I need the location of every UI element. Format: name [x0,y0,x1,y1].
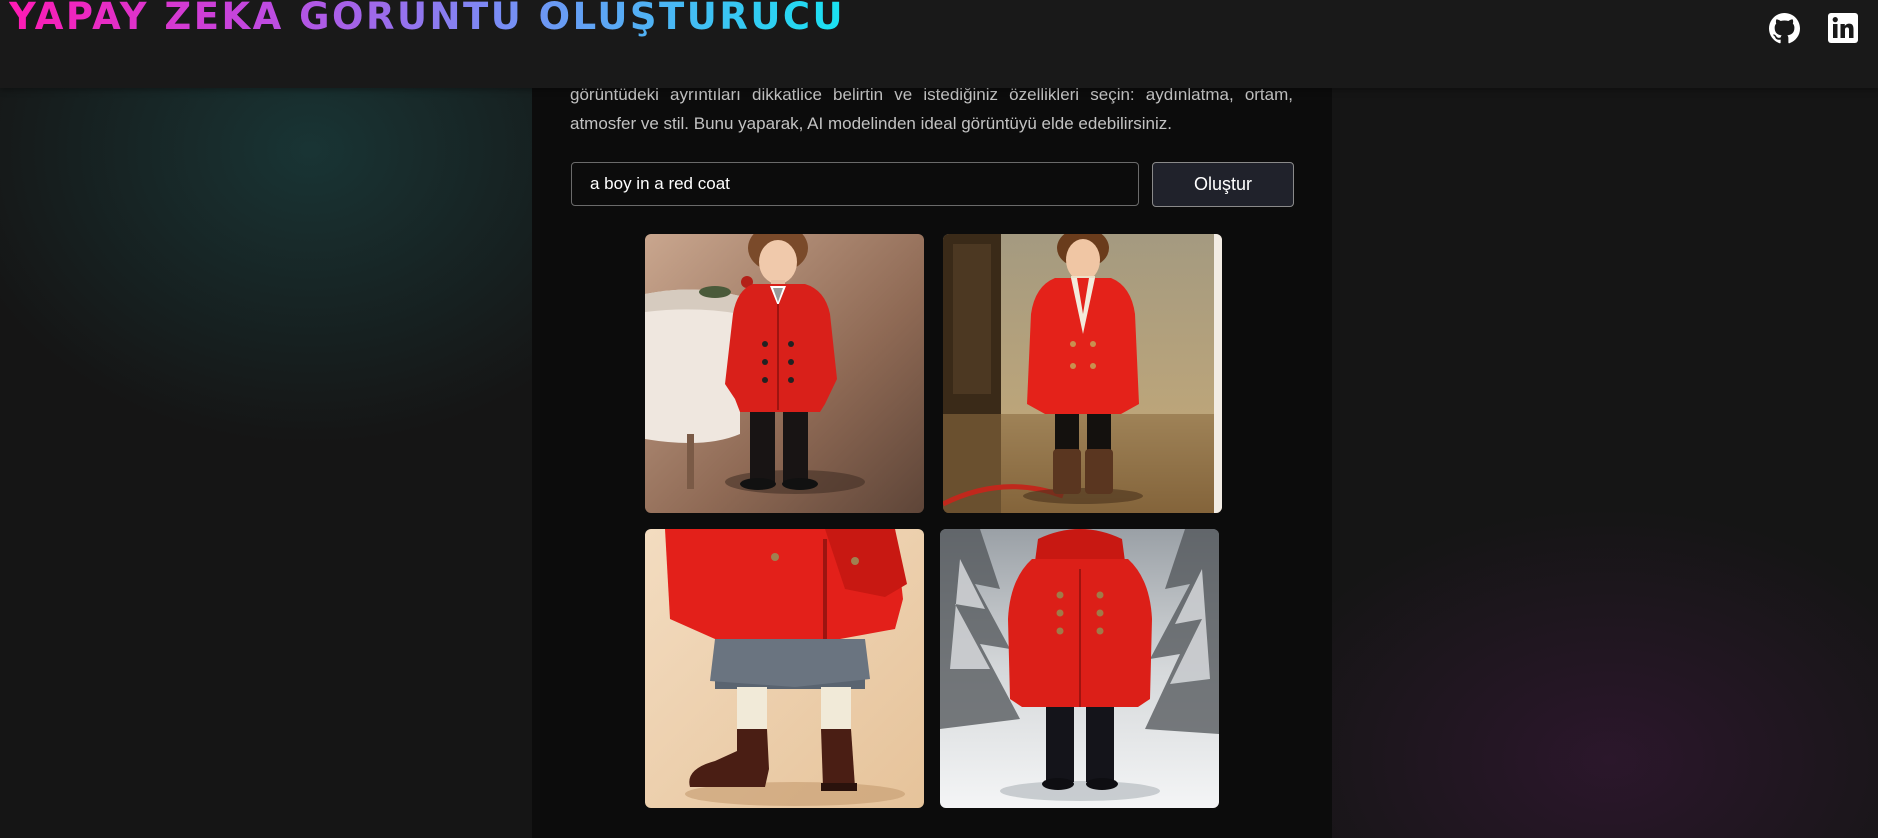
generated-image-2[interactable] [943,234,1222,513]
github-icon [1769,13,1800,44]
linkedin-icon [1828,13,1858,43]
github-link[interactable] [1769,13,1800,49]
top-header: YAPAY ZEKA GÖRÜNTÜ OLUŞTURUCU [0,0,1878,88]
generated-image-1[interactable] [645,234,924,513]
generated-image-3[interactable] [645,529,924,808]
linkedin-link[interactable] [1828,13,1858,48]
prompt-input[interactable] [571,162,1139,206]
description-text: görüntüdeki ayrıntıları dikkatlice belir… [570,85,1293,133]
generated-image-4[interactable] [940,529,1219,808]
generate-button[interactable]: Oluştur [1152,162,1294,207]
app-title: YAPAY ZEKA GÖRÜNTÜ OLUŞTURUCU [9,0,845,38]
